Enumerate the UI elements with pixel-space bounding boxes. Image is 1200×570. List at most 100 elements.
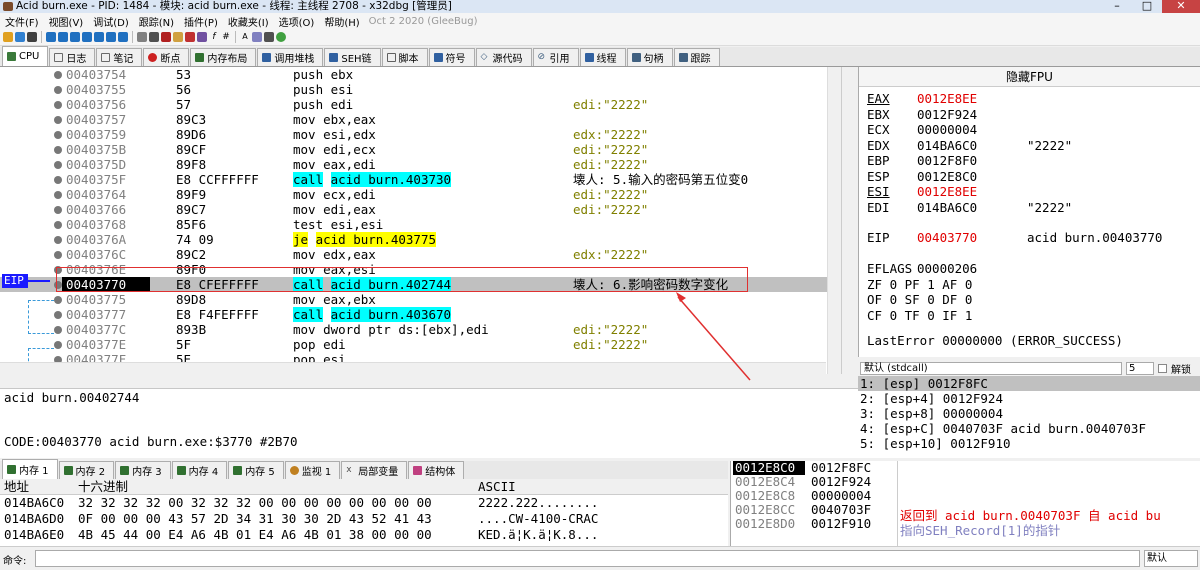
stack-row[interactable]: 0012E8C4 0012F924 (731, 475, 1200, 489)
disassembly-row[interactable]: 0040376A 74 09 je acid burn.403775 (0, 232, 840, 247)
flags-row[interactable]: CF 0 TF 0 IF 1 (867, 308, 972, 323)
maximize-button[interactable]: □ (1132, 0, 1162, 13)
minimize-button[interactable]: – (1102, 0, 1132, 13)
animate-icon[interactable] (149, 32, 159, 42)
breakpoint-gutter-icon[interactable] (54, 86, 62, 94)
breakpoint-gutter-icon[interactable] (54, 176, 62, 184)
menu-favourites[interactable]: 收藏夹(I) (223, 14, 274, 29)
disassembly-row[interactable]: 00403768 85F6 test esi,esi (0, 217, 840, 232)
breakpoint-gutter-icon[interactable] (54, 71, 62, 79)
dump-row[interactable]: 014BA6C0 32 32 32 32 00 32 32 32 00 00 0… (0, 495, 728, 511)
call-arguments-panel[interactable]: 1: [esp] 0012F8FC 2: [esp+4] 0012F924 3:… (858, 376, 1200, 458)
call-arg-row[interactable]: 4: [esp+C] 0040703F acid burn.0040703F (858, 421, 1200, 436)
breakpoint-gutter-icon[interactable] (54, 251, 62, 259)
register-value[interactable]: 00000004 (917, 122, 1027, 137)
tab-trace[interactable]: 跟踪 (673, 48, 720, 66)
tab-locals[interactable]: x 局部变量 (341, 461, 408, 479)
menu-help[interactable]: 帮助(H) (319, 14, 364, 29)
register-row[interactable]: ECX 00000004 (867, 122, 1027, 137)
arg-count-spinner[interactable]: 5 (1126, 361, 1154, 375)
register-value[interactable]: 0012E8EE (917, 91, 1027, 106)
disassembly-row[interactable]: 00403756 57 push edi edi:"2222" (0, 97, 840, 112)
breakpoint-gutter-icon[interactable] (54, 101, 62, 109)
disassembly-view[interactable]: 00403754 53 push ebx 00403755 56 push esi 0040… (0, 67, 842, 374)
disassembly-row[interactable]: 00403755 56 push esi (0, 82, 840, 97)
trace-over-icon[interactable] (106, 32, 116, 42)
tab-notes[interactable]: 笔记 (96, 48, 143, 66)
register-value[interactable]: 0012F924 (917, 107, 1027, 122)
step-over-icon[interactable] (82, 32, 92, 42)
menu-options[interactable]: 选项(O) (274, 14, 320, 29)
scylla-icon[interactable] (173, 32, 183, 42)
calling-convention-select[interactable]: 默认 (stdcall) (860, 361, 1122, 375)
register-value[interactable]: 0012E8EE (917, 184, 1027, 199)
stack-row[interactable]: 0012E8C8 00000004 (731, 489, 1200, 503)
flags-row[interactable]: OF 0 SF 0 DF 0 (867, 292, 972, 307)
register-value[interactable]: 0012F8F0 (917, 153, 1027, 168)
menu-trace[interactable]: 跟踪(N) (134, 14, 179, 29)
register-row[interactable]: EBP 0012F8F0 (867, 153, 1027, 168)
tab-dump-5[interactable]: 内存 5 (228, 461, 284, 479)
call-arg-row[interactable]: 2: [esp+4] 0012F924 (858, 391, 1200, 406)
breakpoint-gutter-icon[interactable] (54, 236, 62, 244)
menu-plugins[interactable]: 插件(P) (179, 14, 223, 29)
close-debuggee-icon[interactable] (27, 32, 37, 42)
register-value[interactable]: 014BA6C0 (917, 200, 1027, 215)
menu-debug[interactable]: 调试(D) (88, 14, 134, 29)
breakpoint-gutter-icon[interactable] (54, 296, 62, 304)
disassembly-row[interactable]: 0040376C 89C2 mov edx,eax edx:"2222" (0, 247, 840, 262)
pause-icon[interactable] (58, 32, 68, 42)
breakpoint-gutter-icon[interactable] (54, 116, 62, 124)
tab-references[interactable]: ⊘ 引用 (532, 48, 579, 66)
disassembly-row[interactable]: 0040377C 893B mov dword ptr ds:[ebx],edi ed… (0, 322, 840, 337)
breakpoint-gutter-icon[interactable] (54, 146, 62, 154)
tab-dump-1[interactable]: 内存 1 (2, 459, 58, 479)
breakpoint-gutter-icon[interactable] (54, 311, 62, 319)
tab-handles[interactable]: 句柄 (626, 48, 673, 66)
breakpoint-gutter-icon[interactable] (54, 191, 62, 199)
trace-into-icon[interactable] (94, 32, 104, 42)
tab-script[interactable]: 脚本 (381, 48, 428, 66)
tab-seh-chain[interactable]: SEH链 (324, 48, 381, 66)
calculator-icon[interactable] (252, 32, 262, 42)
disassembly-horizontal-scrollbar[interactable] (0, 362, 826, 374)
disassembly-vertical-scrollbar[interactable] (827, 67, 841, 374)
disassembly-row[interactable]: 00403777 E8 F4FEFFFF call acid burn.403670 (0, 307, 840, 322)
dump-row[interactable]: 014BA6D0 0F 00 00 00 43 57 2D 34 31 30 3… (0, 511, 728, 527)
tab-dump-3[interactable]: 内存 3 (115, 461, 171, 479)
disassembly-row[interactable]: 00403764 89F9 mov ecx,edi edi:"2222" (0, 187, 840, 202)
disassembly-row[interactable]: 00403757 89C3 mov ebx,eax (0, 112, 840, 127)
hash-icon[interactable]: # (221, 32, 231, 42)
disassembly-row[interactable]: 0040375D 89F8 mov eax,edi edi:"2222" (0, 157, 840, 172)
register-row[interactable]: ESP 0012E8C0 (867, 169, 1027, 184)
comments-icon[interactable] (197, 32, 207, 42)
disassembly-row[interactable]: 00403766 89C7 mov edi,eax edi:"2222" (0, 202, 840, 217)
function-icon[interactable]: f (209, 32, 219, 42)
register-row[interactable]: EDI 014BA6C0 "2222" (867, 200, 1072, 215)
restart-icon[interactable] (15, 32, 25, 42)
registers-panel[interactable]: 隐藏FPU EAX 0012E8EE EBX 0012F924 ECX 00000004 E… (858, 67, 1200, 357)
register-row-eip[interactable]: EIP 00403770 acid burn.00403770 (867, 230, 1162, 245)
register-value[interactable]: 0012E8C0 (917, 169, 1027, 184)
stack-row[interactable]: 0012E8C0 0012F8FC (731, 461, 1200, 475)
register-row-eflags[interactable]: EFLAGS 00000206 (867, 261, 1027, 276)
font-icon[interactable]: A (240, 32, 250, 42)
tab-watch-1[interactable]: 监视 1 (284, 461, 341, 479)
call-arg-row[interactable]: 5: [esp+10] 0012F910 (858, 436, 1200, 451)
open-icon[interactable] (3, 32, 13, 42)
tab-cpu[interactable]: CPU (2, 46, 49, 66)
breakpoint-gutter-icon[interactable] (54, 131, 62, 139)
tab-source[interactable]: ◇ 源代码 (475, 48, 532, 66)
disassembly-row[interactable]: 00403754 53 push ebx (0, 67, 840, 82)
register-row[interactable]: ESI 0012E8EE (867, 184, 1027, 199)
command-mode-select[interactable]: 默认 (1144, 550, 1198, 567)
tab-breakpoints[interactable]: 断点 (143, 48, 190, 66)
execute-till-return-icon[interactable] (118, 32, 128, 42)
disassembly-row[interactable]: 0040377E 5F pop edi edi:"2222" (0, 337, 840, 352)
log-icon[interactable] (161, 32, 171, 42)
register-value[interactable]: 014BA6C0 (917, 138, 1027, 153)
tab-call-stack[interactable]: 调用堆栈 (257, 48, 324, 66)
breakpoint-gutter-icon[interactable] (54, 221, 62, 229)
breakpoint-gutter-icon[interactable] (54, 326, 62, 334)
settings-icon[interactable] (264, 32, 274, 42)
